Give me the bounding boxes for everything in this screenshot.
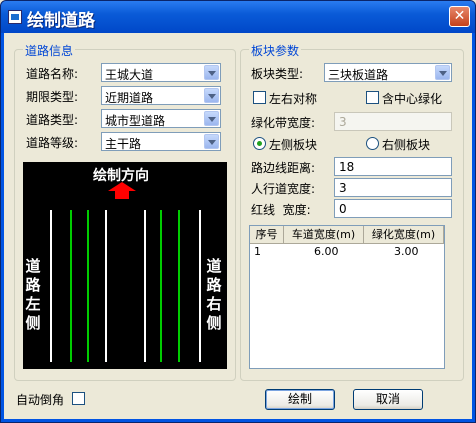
lane-line [178, 210, 180, 362]
period-type-value: 近期道路 [105, 91, 154, 105]
road-type-value: 城市型道路 [105, 114, 166, 128]
table-header-no[interactable]: 序号 [250, 226, 284, 244]
row-no: 1 [254, 245, 261, 258]
sidewalk-width-value: 3 [339, 181, 347, 195]
lane-line [70, 210, 72, 362]
symmetric-label: 左右对称 [269, 92, 318, 106]
road-grade-label: 道路等级: [26, 136, 79, 150]
right-char: 右 [206, 295, 222, 313]
green-width-value: 3 [339, 115, 347, 129]
block-params-title: 板块参数 [249, 42, 302, 59]
chevron-down-icon[interactable] [204, 88, 219, 103]
road-right-side-label: 道 路 右 侧 [206, 257, 222, 333]
row-lane-width: 6.00 [314, 245, 339, 258]
redline-width-label: 红线 宽度: [251, 203, 311, 217]
road-edge-line-left [50, 210, 52, 362]
chevron-down-icon[interactable] [204, 111, 219, 126]
right-char: 路 [206, 276, 222, 294]
road-type-label: 道路类型: [26, 113, 79, 127]
left-char: 侧 [25, 314, 41, 332]
green-width-label: 绿化带宽度: [251, 116, 316, 130]
table-header-lane-width[interactable]: 车道宽度(m) [284, 226, 364, 244]
auto-chamfer-label: 自动倒角 [16, 393, 65, 407]
redline-width-value: 0 [339, 202, 347, 216]
road-grade-value: 主干路 [105, 137, 142, 151]
right-char: 侧 [206, 314, 222, 332]
lane-line [87, 210, 89, 362]
road-preview: 绘制方向 道 路 左 侧 道 路 右 侧 [23, 162, 227, 369]
sidewalk-width-label: 人行道宽度: [251, 182, 316, 196]
direction-arrow-shaft [115, 191, 129, 199]
block-type-select[interactable]: 三块板道路 [324, 63, 452, 82]
cancel-button[interactable]: 取消 [353, 389, 423, 410]
road-info-title: 道路信息 [23, 42, 76, 59]
block-type-label: 板块类型: [251, 67, 304, 81]
chevron-down-icon[interactable] [204, 134, 219, 149]
draw-button[interactable]: 绘制 [265, 389, 335, 410]
redline-width-input[interactable]: 0 [334, 199, 452, 218]
sidewalk-width-input[interactable]: 3 [334, 178, 452, 197]
green-width-input[interactable]: 3 [334, 112, 452, 131]
left-block-radio[interactable] [253, 137, 266, 150]
chevron-down-icon[interactable] [435, 65, 450, 80]
table-header-green-width[interactable]: 绿化宽度(m) [364, 226, 444, 244]
period-type-label: 期限类型: [26, 90, 79, 104]
road-name-label: 道路名称: [26, 67, 79, 81]
right-block-radio[interactable] [366, 137, 379, 150]
edge-distance-value: 18 [339, 160, 355, 174]
edge-distance-input[interactable]: 18 [334, 157, 452, 176]
lane-line [160, 210, 162, 362]
road-name-value: 王城大道 [105, 68, 154, 82]
center-green-label: 含中心绿化 [382, 92, 443, 106]
chevron-down-icon[interactable] [204, 65, 219, 80]
dialog-window: 绘制道路 ✕ 道路信息 道路名称: 王城大道 期限类型: 近期道路 道路类型: … [0, 0, 476, 423]
direction-arrow-icon [108, 182, 136, 191]
left-char: 左 [25, 295, 41, 313]
road-name-select[interactable]: 王城大道 [101, 63, 221, 82]
row-green-width: 3.00 [394, 245, 419, 258]
edge-distance-label: 路边线距离: [251, 161, 316, 175]
auto-chamfer-checkbox[interactable] [72, 392, 85, 405]
period-type-select[interactable]: 近期道路 [101, 86, 221, 105]
center-line [144, 210, 146, 362]
left-block-label: 左侧板块 [269, 138, 318, 152]
right-block-label: 右侧板块 [382, 138, 431, 152]
road-left-side-label: 道 路 左 侧 [25, 257, 41, 333]
dialog-body: 道路信息 道路名称: 王城大道 期限类型: 近期道路 道路类型: 城市型道路 道… [4, 33, 472, 419]
left-char: 路 [25, 276, 41, 294]
block-type-value: 三块板道路 [328, 68, 389, 82]
road-edge-line-right [199, 210, 201, 362]
symmetric-checkbox[interactable] [253, 91, 266, 104]
close-button[interactable]: ✕ [449, 6, 470, 27]
title-bar[interactable]: 绘制道路 ✕ [1, 1, 475, 33]
center-line [105, 210, 107, 362]
lane-table[interactable]: 序号 车道宽度(m) 绿化宽度(m) 1 6.00 3.00 [249, 225, 445, 369]
app-icon [8, 10, 22, 24]
center-green-checkbox[interactable] [366, 91, 379, 104]
right-char: 道 [206, 257, 222, 275]
window-title: 绘制道路 [27, 11, 95, 31]
left-char: 道 [25, 257, 41, 275]
road-grade-select[interactable]: 主干路 [101, 132, 221, 151]
road-type-select[interactable]: 城市型道路 [101, 109, 221, 128]
